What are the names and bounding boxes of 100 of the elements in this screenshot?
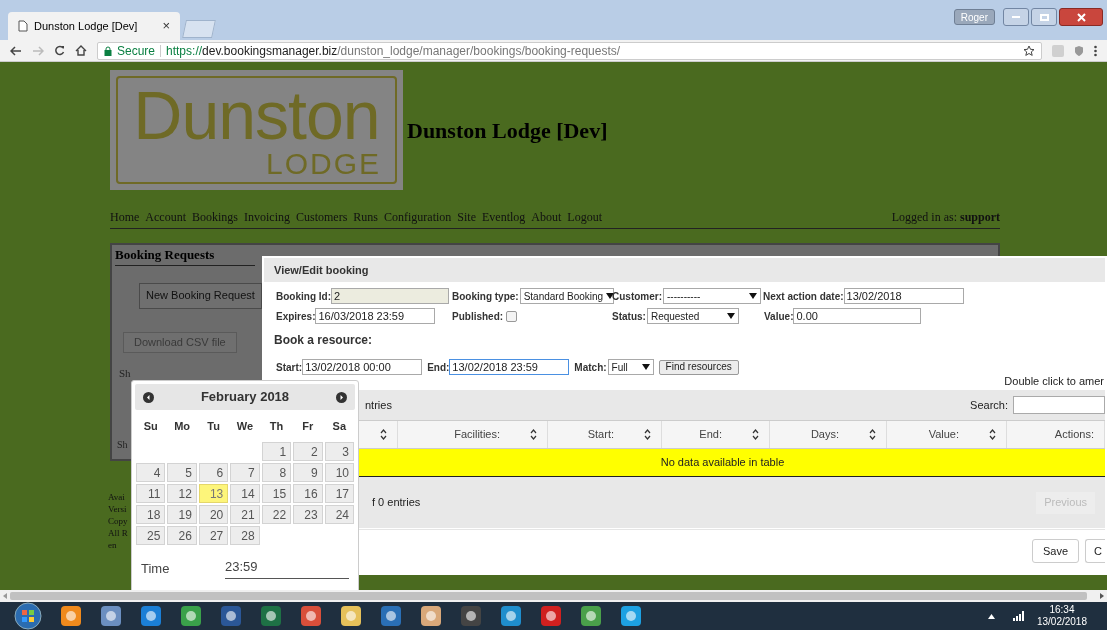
day-cell[interactable]: 11	[136, 484, 166, 503]
close-icon	[1076, 12, 1086, 22]
sort-icon	[530, 429, 537, 440]
day-cell[interactable]: 20	[198, 505, 229, 524]
input-field[interactable]: 13/02/2018 00:00	[302, 359, 423, 375]
field-label: Start:	[276, 360, 303, 375]
secure-label: Secure	[117, 42, 156, 60]
sort-icon	[644, 429, 651, 440]
input-field[interactable]: 0.00	[793, 308, 922, 324]
day-cell[interactable]: 18	[136, 505, 166, 524]
start-orb-icon[interactable]	[14, 602, 42, 630]
lock-icon	[104, 45, 112, 56]
browser-tab[interactable]: Dunston Lodge [Dev] ×	[8, 12, 180, 40]
day-cell[interactable]: 22	[261, 505, 292, 524]
published-checkbox[interactable]	[506, 310, 518, 322]
column-header[interactable]: Start:	[548, 421, 662, 448]
entries-fragment: ntries	[365, 397, 392, 413]
dropdown[interactable]: Full	[607, 359, 654, 375]
sort-icon	[752, 429, 759, 440]
day-cell[interactable]: 25	[136, 526, 166, 545]
day-cell[interactable]: 19	[167, 505, 197, 524]
column-header[interactable]: End:	[662, 421, 770, 448]
field-label: Booking Id:	[276, 289, 331, 304]
home-icon[interactable]	[75, 45, 87, 56]
menu-icon[interactable]	[1094, 44, 1097, 57]
column-header[interactable]: Days:	[770, 421, 887, 448]
tray-arrow-icon[interactable]	[987, 613, 995, 619]
day-cell[interactable]: 8	[261, 463, 292, 482]
day-cell[interactable]: 15	[261, 484, 292, 503]
day-cell[interactable]: 5	[167, 463, 197, 482]
field-label: End:	[427, 360, 450, 375]
day-cell[interactable]: 21	[230, 505, 260, 524]
back-icon[interactable]	[10, 45, 22, 56]
input-field[interactable]: 13/02/2018	[843, 288, 964, 304]
search-field[interactable]	[1013, 396, 1105, 414]
tab-title: Dunston Lodge [Dev]	[34, 18, 139, 34]
sort-icon	[380, 429, 387, 440]
day-cell[interactable]: 13	[198, 484, 229, 503]
day-cell[interactable]: 23	[293, 505, 323, 524]
day-cell[interactable]: 16	[293, 484, 323, 503]
maximize-button[interactable]	[1031, 8, 1057, 26]
day-cell[interactable]: 10	[324, 463, 354, 482]
input-field[interactable]: 2	[331, 288, 449, 304]
column-header[interactable]: Actions:	[1007, 421, 1105, 448]
input-field[interactable]: 16/03/2018 23:59	[315, 308, 436, 324]
caret-icon	[641, 364, 650, 370]
input-field[interactable]: 13/02/2018 23:59	[449, 359, 570, 375]
field-label: Match:	[574, 360, 607, 375]
day-cell[interactable]: 3	[324, 442, 354, 461]
section-title: Book a resource:	[274, 333, 373, 347]
search-label: Search:	[970, 397, 1008, 413]
find-resources-button[interactable]: Find resources	[658, 359, 739, 375]
field-label: Status:	[612, 309, 646, 324]
save-button[interactable]: Save	[1031, 539, 1079, 563]
horizontal-scrollbar[interactable]	[0, 590, 1107, 602]
logo-subword: LODGE	[265, 149, 381, 179]
clock-time: 16:34	[1049, 604, 1075, 616]
day-cell[interactable]: 2	[293, 442, 323, 461]
time-label: Time	[141, 560, 171, 578]
footer-text: Copy	[108, 515, 128, 527]
star-icon[interactable]	[1023, 44, 1035, 57]
panel-title: Booking Requests	[115, 245, 255, 266]
day-cell[interactable]: 24	[324, 505, 354, 524]
day-cell[interactable]: 7	[230, 463, 260, 482]
day-cell[interactable]: 12	[167, 484, 197, 503]
dropdown[interactable]: ----------	[663, 288, 761, 304]
show-fragment: Sh	[119, 365, 131, 381]
scroll-right-icon[interactable]	[1099, 593, 1105, 599]
new-booking-button[interactable]: New Booking Request	[139, 282, 262, 309]
weekday-label: Th	[268, 419, 285, 434]
reload-icon[interactable]	[54, 45, 65, 56]
footer-text: Avai	[108, 491, 125, 503]
minimize-button[interactable]	[1003, 8, 1029, 26]
show-fragment: Sh	[117, 438, 128, 452]
column-header[interactable]: Value:	[887, 421, 1007, 448]
entries-info-fragment: f 0 entries	[372, 495, 421, 511]
close-tab-button[interactable]: ×	[162, 16, 170, 36]
day-cell[interactable]: 14	[230, 484, 260, 503]
day-cell[interactable]: 9	[293, 463, 323, 482]
address-field[interactable]: Secure https://dev.bookingsmanager.biz/dunston_lodge/manager/bookings/booking-requests/	[97, 41, 1042, 60]
previous-month-icon[interactable]	[143, 391, 154, 403]
day-cell[interactable]: 4	[136, 463, 166, 482]
day-cell[interactable]: 6	[198, 463, 229, 482]
day-cell[interactable]: 17	[324, 484, 354, 503]
field-label: Customer:	[612, 289, 662, 304]
day-cell[interactable]: 1	[261, 442, 292, 461]
cancel-button[interactable]: C	[1085, 539, 1105, 563]
day-cell[interactable]: 26	[167, 526, 197, 545]
column-header[interactable]: Facilities:	[398, 421, 548, 448]
next-month-icon[interactable]	[336, 391, 347, 403]
field-label: Expires:	[276, 309, 316, 324]
day-cell[interactable]: 28	[230, 526, 260, 545]
dropdown[interactable]: Requested	[646, 308, 739, 324]
day-cell[interactable]: 27	[198, 526, 229, 545]
field-label: Next action date:	[763, 289, 844, 304]
hint-text: Double click to amer	[1004, 375, 1105, 388]
page-icon	[18, 20, 28, 32]
weekday-label: Mo	[173, 419, 192, 434]
shield-icon[interactable]	[1074, 44, 1084, 57]
close-window-button[interactable]	[1059, 8, 1103, 26]
